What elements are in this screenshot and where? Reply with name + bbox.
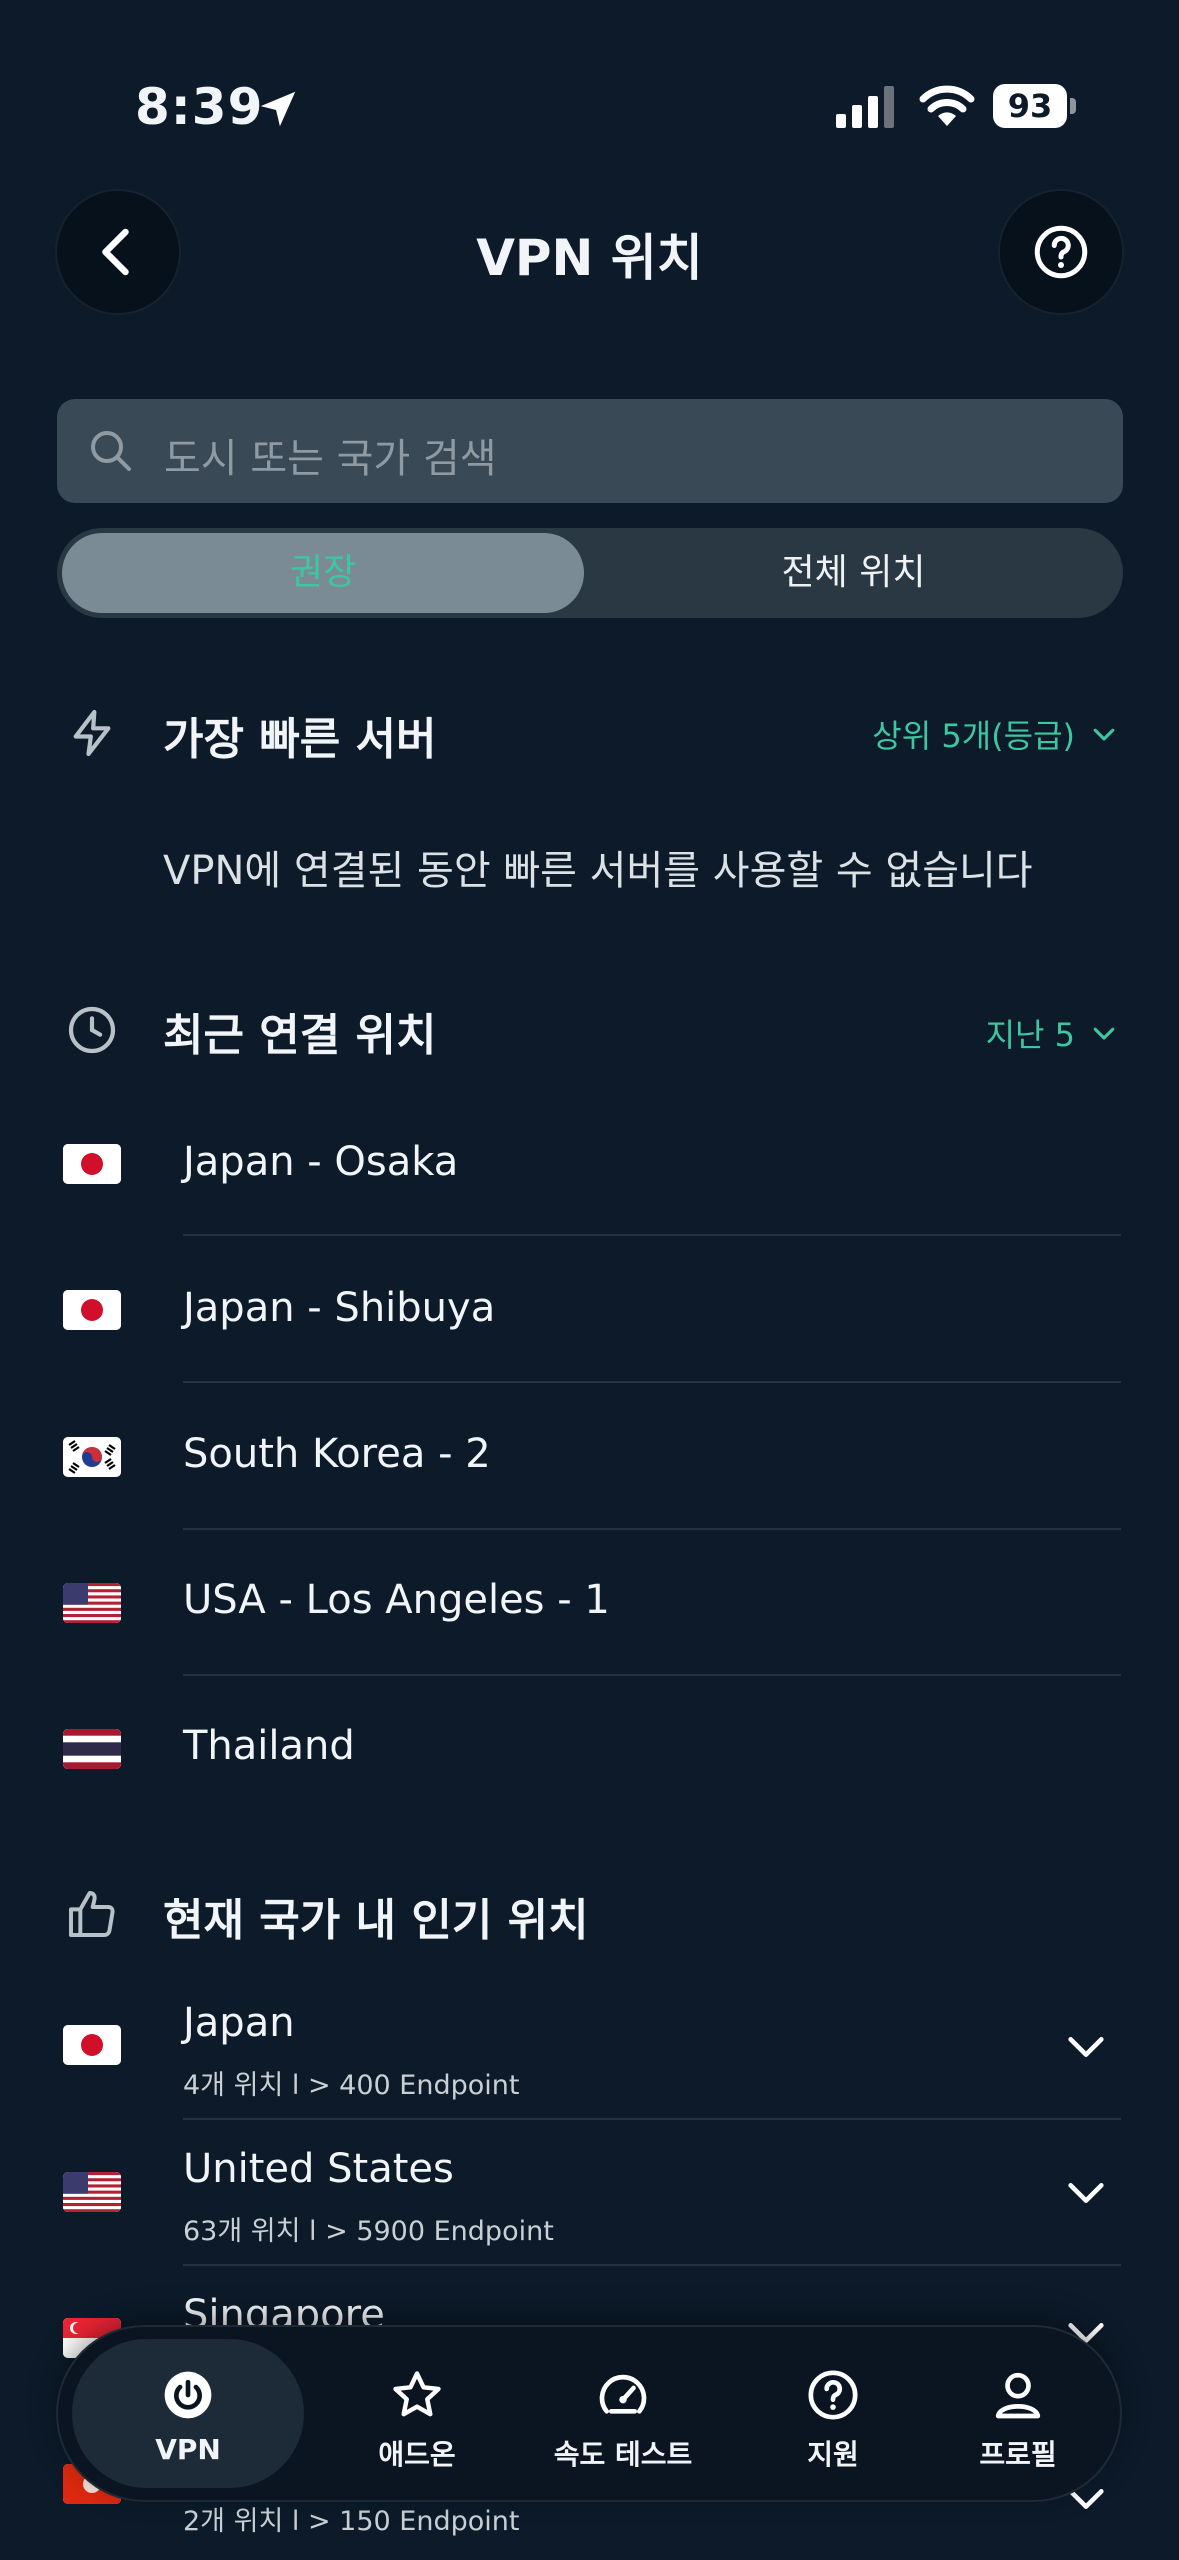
- chevron-down-icon[interactable]: [1063, 2024, 1109, 2070]
- search-placeholder: 도시 또는 국가 검색: [164, 436, 497, 482]
- battery-level: 93: [993, 84, 1067, 128]
- thailand-flag-icon: [63, 1729, 121, 1769]
- usa-flag-icon: [63, 2172, 121, 2212]
- nav-addons[interactable]: 애드온: [313, 2327, 521, 2500]
- fastest-server-notice: VPN에 연결된 동안 빠른 서버를 사용할 수 없습니다: [163, 848, 1033, 894]
- bottom-navigation: VPN 애드온 속도 테스트 지원 프로필: [58, 2327, 1120, 2500]
- location-endpoint-count: 63개 위치 l > 5900 Endpoint: [183, 2216, 554, 2247]
- tab-all-locations[interactable]: 전체 위치: [589, 533, 1118, 613]
- cellular-signal-icon: [836, 86, 894, 128]
- location-tabs: 권장 전체 위치: [57, 528, 1123, 618]
- chevron-down-icon: [1093, 1027, 1115, 1040]
- south-korea-flag-icon: [63, 1437, 121, 1477]
- recent-filter-label: 지난 5: [985, 1016, 1075, 1054]
- divider: [183, 1381, 1121, 1383]
- person-icon: [995, 2372, 1041, 2419]
- star-icon: [393, 2371, 441, 2417]
- nav-support[interactable]: 지원: [748, 2327, 918, 2500]
- battery-indicator: 93: [993, 84, 1077, 128]
- location-label: South Korea - 2: [183, 1431, 491, 1477]
- location-label: Japan - Shibuya: [183, 1285, 496, 1331]
- thumbs-up-icon: [69, 1891, 115, 1937]
- power-icon: [164, 2371, 212, 2419]
- location-label: Japan - Osaka: [183, 1139, 459, 1185]
- fastest-server-filter[interactable]: 상위 5개(등급): [872, 711, 1119, 757]
- location-label: United States: [183, 2146, 454, 2192]
- recent-location-row[interactable]: USA - Los Angeles - 1: [0, 1531, 1179, 1677]
- nav-label: 지원: [807, 2438, 859, 2471]
- tab-recommended[interactable]: 권장: [62, 533, 584, 613]
- popular-location-row[interactable]: Japan 4개 위치 l > 400 Endpoint: [0, 1976, 1179, 2122]
- divider: [183, 2264, 1121, 2266]
- chevron-down-icon: [1093, 728, 1115, 741]
- chevron-down-icon[interactable]: [1063, 2170, 1109, 2216]
- recent-location-row[interactable]: Japan - Osaka: [0, 1091, 1179, 1237]
- help-button[interactable]: [1000, 191, 1122, 313]
- location-endpoint-count: 4개 위치 l > 400 Endpoint: [183, 2070, 520, 2101]
- fastest-filter-label: 상위 5개(등급): [872, 717, 1075, 755]
- nav-label: VPN: [155, 2433, 221, 2466]
- divider: [183, 1674, 1121, 1676]
- divider: [183, 1528, 1121, 1530]
- location-endpoint-count: 2개 위치 l > 150 Endpoint: [183, 2506, 520, 2537]
- nav-label: 애드온: [378, 2438, 456, 2471]
- nav-speed-test[interactable]: 속도 테스트: [498, 2327, 748, 2500]
- fastest-server-title: 가장 빠른 서버: [163, 714, 437, 765]
- usa-flag-icon: [63, 1583, 121, 1623]
- divider: [183, 1234, 1121, 1236]
- battery-tip: [1070, 98, 1076, 114]
- nav-vpn[interactable]: VPN: [58, 2327, 318, 2500]
- recent-location-row[interactable]: Japan - Shibuya: [0, 1237, 1179, 1383]
- location-label: Japan: [183, 2000, 295, 2046]
- help-circle-icon: [808, 2370, 858, 2420]
- nav-profile[interactable]: 프로필: [918, 2327, 1118, 2500]
- location-arrow-icon: [260, 91, 296, 127]
- location-label: USA - Los Angeles - 1: [183, 1577, 610, 1623]
- popular-locations-title: 현재 국가 내 인기 위치: [163, 1895, 589, 1946]
- japan-flag-icon: [63, 1290, 121, 1330]
- recent-locations-title: 최근 연결 위치: [163, 1010, 437, 1061]
- search-input[interactable]: 도시 또는 국가 검색: [57, 399, 1123, 503]
- recent-location-row[interactable]: Thailand: [0, 1677, 1179, 1823]
- search-icon: [91, 431, 131, 471]
- lightning-icon: [73, 709, 111, 757]
- wifi-icon: [919, 85, 975, 126]
- location-label: Thailand: [183, 1723, 355, 1769]
- japan-flag-icon: [63, 1144, 121, 1184]
- japan-flag-icon: [63, 2025, 121, 2065]
- divider: [183, 2118, 1121, 2120]
- help-circle-icon: [1034, 225, 1088, 279]
- status-bar: 8:39 93: [0, 0, 1179, 200]
- status-time: 8:39: [135, 78, 264, 136]
- popular-location-row[interactable]: United States 63개 위치 l > 5900 Endpoint: [0, 2122, 1179, 2268]
- speedometer-icon: [599, 2374, 647, 2414]
- recent-filter[interactable]: 지난 5: [986, 1010, 1119, 1056]
- nav-label: 프로필: [979, 2438, 1057, 2471]
- recent-location-row[interactable]: South Korea - 2: [0, 1384, 1179, 1530]
- clock-icon: [68, 1006, 116, 1054]
- nav-label: 속도 테스트: [553, 2438, 693, 2471]
